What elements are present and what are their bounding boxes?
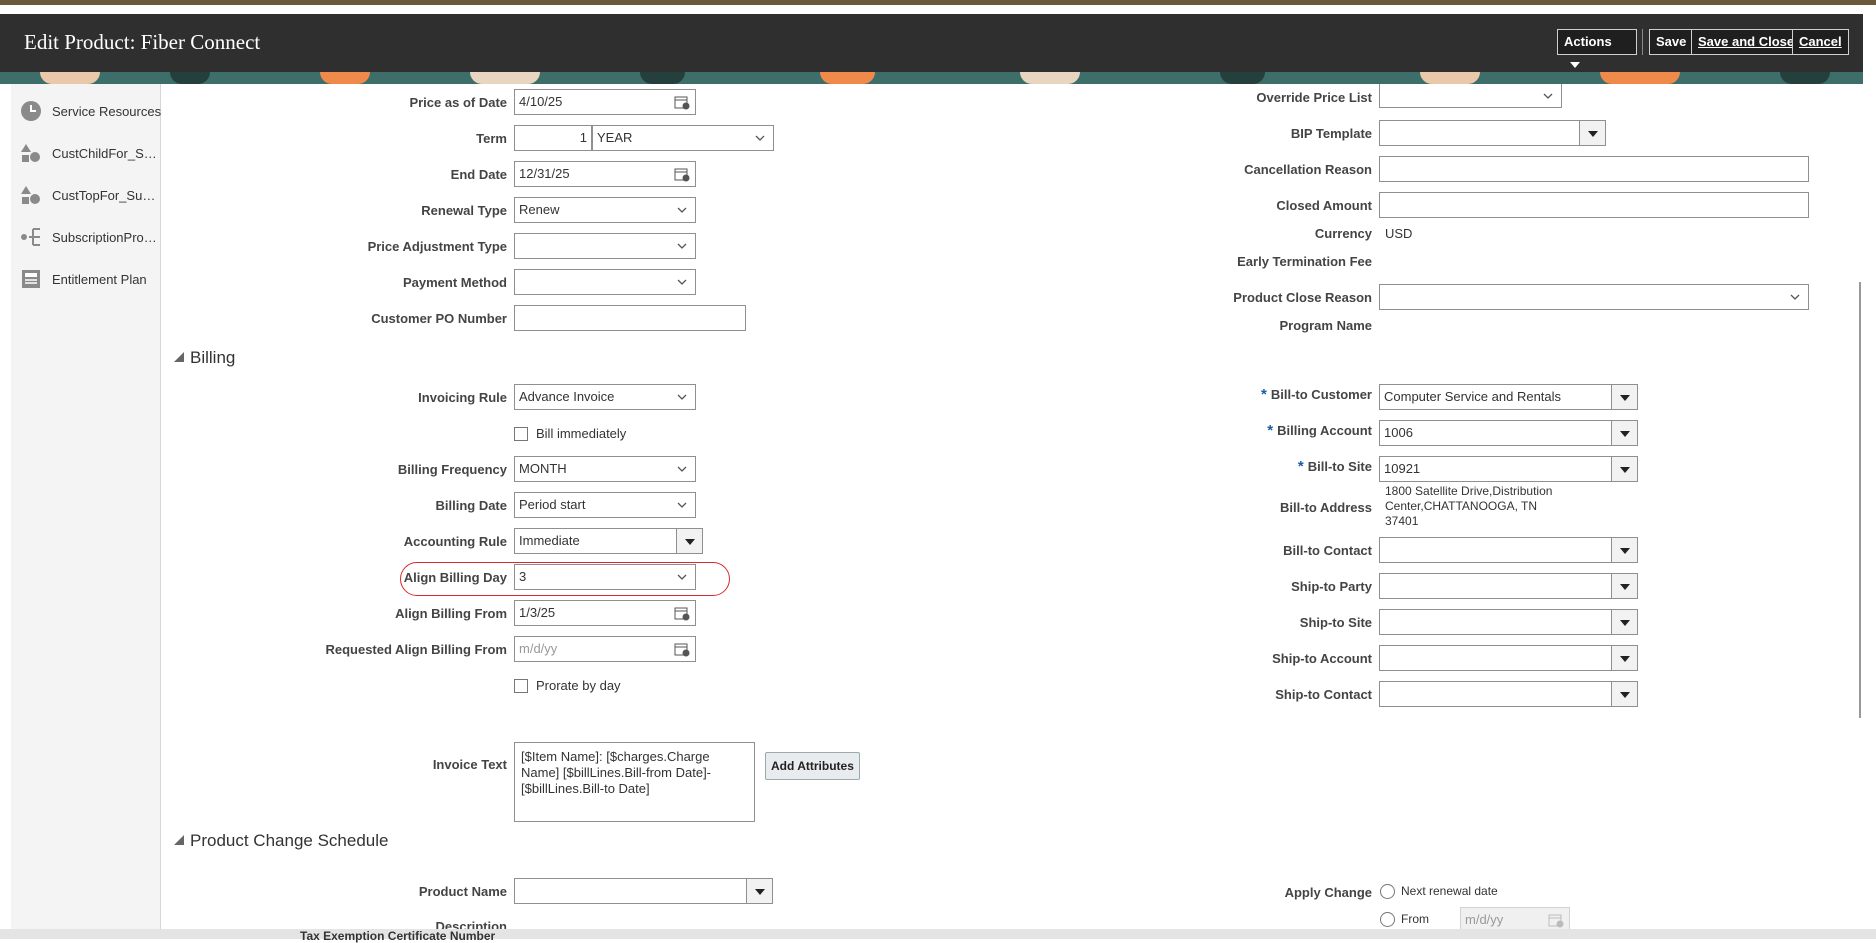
dropdown-arrow-icon[interactable]: [1611, 385, 1637, 409]
chevron-down-icon: [677, 565, 687, 580]
product-close-reason-label: Product Close Reason: [1233, 290, 1372, 305]
bill-to-address-label: Bill-to Address: [1280, 500, 1372, 515]
required-asterisk: *: [1297, 458, 1304, 475]
bill-to-customer-label: * Bill-to Customer: [1261, 386, 1372, 403]
ship-to-party-label: Ship-to Party: [1291, 579, 1372, 594]
shapes-icon: [21, 144, 40, 162]
sidebar-item-entitlement-plan[interactable]: Entitlement Plan: [11, 264, 161, 294]
vertical-scrollbar[interactable]: [1859, 282, 1861, 718]
currency-label: Currency: [1314, 226, 1372, 241]
product-close-reason-select[interactable]: [1379, 284, 1809, 310]
chevron-down-icon: [1790, 285, 1800, 300]
ship-to-account-label: Ship-to Account: [1272, 651, 1372, 666]
page-header: Edit Product: Fiber Connect Actions Save…: [0, 14, 1863, 72]
sidebar-item-label: CustTopFor_Subscription: [52, 188, 162, 203]
from-label: From: [1401, 912, 1429, 926]
shapes-icon: [21, 186, 40, 204]
dropdown-arrow-icon[interactable]: [1611, 610, 1637, 634]
collapse-triangle-icon[interactable]: [174, 352, 184, 362]
bill-to-contact-select[interactable]: [1379, 537, 1638, 563]
from-date-input[interactable]: m/d/yy: [1460, 907, 1570, 929]
ship-to-party-select[interactable]: [1379, 573, 1638, 599]
dropdown-arrow-icon[interactable]: [1611, 421, 1637, 445]
bip-template-select[interactable]: [1379, 120, 1606, 146]
sidebar: Service Resources CustChildFor_Subscript…: [11, 84, 162, 929]
from-radio[interactable]: [1380, 912, 1395, 927]
sidebar-item-custchild[interactable]: CustChildFor_Subscription: [11, 138, 162, 168]
currency-value: USD: [1385, 226, 1413, 241]
ship-to-account-select[interactable]: [1379, 645, 1638, 671]
early-termination-fee-label: Early Termination Fee: [1237, 254, 1372, 269]
hierarchy-icon: [21, 228, 40, 246]
page-title: Edit Product: Fiber Connect: [24, 30, 261, 54]
dropdown-arrow-icon[interactable]: [1611, 538, 1637, 562]
ship-to-site-label: Ship-to Site: [1299, 615, 1372, 630]
cancel-button[interactable]: Cancel: [1792, 29, 1849, 55]
bip-template-label: BIP Template: [1290, 126, 1372, 141]
decorative-banner: [0, 72, 1863, 84]
bill-to-customer-select[interactable]: Computer Service and Rentals: [1379, 384, 1638, 410]
sidebar-item-service-resources[interactable]: Service Resources: [11, 96, 161, 126]
bill-to-site-label: * Bill-to Site: [1297, 458, 1372, 475]
bill-to-contact-label: Bill-to Contact: [1283, 543, 1372, 558]
ship-to-site-select[interactable]: [1379, 609, 1638, 635]
document-icon: [22, 270, 40, 288]
billing-account-label: * Billing Account: [1267, 422, 1372, 439]
save-button[interactable]: Save: [1649, 29, 1694, 55]
chevron-down-icon: [677, 270, 687, 285]
chevron-down-icon: [1543, 84, 1553, 99]
bottom-strip: [0, 929, 1876, 939]
product-change-schedule-header[interactable]: Product Change Schedule: [174, 831, 388, 851]
dropdown-arrow-icon[interactable]: [1579, 121, 1605, 145]
required-asterisk: *: [1267, 422, 1274, 439]
dropdown-arrow-icon[interactable]: [1611, 574, 1637, 598]
sidebar-item-custtop[interactable]: CustTopFor_Subscription: [11, 180, 162, 210]
calendar-icon[interactable]: [1548, 912, 1564, 928]
payment-method-label: Payment Method: [402, 275, 507, 290]
description-label: Description: [435, 919, 507, 929]
clock-icon: [21, 101, 41, 121]
bill-to-site-select[interactable]: 10921: [1379, 456, 1638, 482]
add-attributes-button[interactable]: Add Attributes: [765, 752, 860, 780]
ship-to-contact-select[interactable]: [1379, 681, 1638, 707]
billing-account-select[interactable]: 1006: [1379, 420, 1638, 446]
override-price-list-label: Override Price List: [1256, 90, 1372, 105]
tax-exemption-certificate-label: Tax Exemption Certificate Number: [300, 929, 496, 943]
cancellation-reason-input[interactable]: [1379, 156, 1809, 182]
toolbar-separator: [1642, 29, 1643, 55]
cancellation-reason-label: Cancellation Reason: [1244, 162, 1372, 177]
invoice-text-label: Invoice Text: [432, 757, 507, 772]
actions-label: Actions: [1564, 34, 1612, 49]
collapse-triangle-icon[interactable]: [174, 835, 184, 845]
sidebar-item-label: CustChildFor_Subscription: [52, 146, 162, 161]
window-top-border: [0, 0, 1876, 5]
actions-menu-button[interactable]: Actions: [1557, 29, 1637, 68]
dropdown-arrow-icon[interactable]: [1611, 682, 1637, 706]
chevron-down-icon: [1570, 62, 1580, 68]
ship-to-contact-label: Ship-to Contact: [1275, 687, 1372, 702]
billing-section-header[interactable]: Billing: [174, 348, 235, 368]
apply-change-label: Apply Change: [1284, 885, 1372, 900]
sidebar-item-label: SubscriptionProducts: [52, 230, 162, 245]
dropdown-arrow-icon[interactable]: [1611, 457, 1637, 481]
next-renewal-date-radio[interactable]: [1380, 884, 1395, 899]
sidebar-item-label: Entitlement Plan: [52, 272, 147, 287]
override-price-list-select[interactable]: [1379, 84, 1562, 108]
closed-amount-label: Closed Amount: [1276, 198, 1372, 213]
program-name-label: Program Name: [1279, 318, 1372, 333]
sidebar-item-subscription-products[interactable]: SubscriptionProducts: [11, 222, 162, 252]
dropdown-arrow-icon[interactable]: [1611, 646, 1637, 670]
save-and-close-button[interactable]: Save and Close: [1691, 29, 1802, 55]
next-renewal-date-label: Next renewal date: [1401, 884, 1498, 898]
closed-amount-input[interactable]: [1379, 192, 1809, 218]
price-adjustment-type-label: Price Adjustment Type: [367, 239, 507, 254]
bill-to-address-value: 1800 Satellite Drive,Distribution Center…: [1385, 484, 1553, 528]
required-asterisk: *: [1261, 386, 1267, 403]
sidebar-item-label: Service Resources: [52, 104, 162, 119]
invoice-text-area[interactable]: [$Item Name]: [$charges.Charge Name] [$b…: [514, 742, 755, 822]
main-form: Price as of Date 4/10/25 Term 1 YEAR End…: [161, 84, 1863, 929]
